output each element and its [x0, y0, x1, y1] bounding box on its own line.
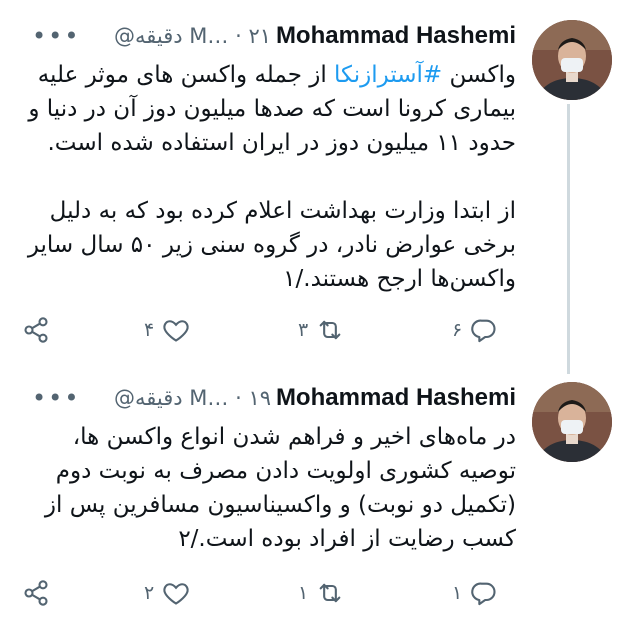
retweet-count: ۳: [298, 319, 309, 341]
retweet-button[interactable]: ۱: [298, 578, 344, 608]
reply-button[interactable]: ۱: [452, 578, 498, 608]
heart-icon: [163, 583, 189, 605]
heart-icon: [163, 320, 189, 342]
tweet-actions: ۲ ۱ ۱: [22, 578, 516, 608]
hashtag-link[interactable]: #آسترازنکا: [334, 62, 442, 88]
tweet-paragraph: در ماه‌های اخیر و فراهم شدن انواع واکسن …: [44, 424, 516, 552]
retweet-count: ۱: [298, 582, 309, 604]
reply-icon: [471, 319, 496, 343]
tweet-actions: ۴ ۳ ۶: [22, 315, 516, 345]
more-options-icon[interactable]: •••: [32, 384, 80, 412]
author-name[interactable]: Mohammad Hashemi: [276, 384, 516, 412]
retweet-button[interactable]: ۳: [298, 315, 344, 345]
like-button[interactable]: ۴: [144, 315, 190, 345]
avatar-image: [532, 382, 612, 462]
retweet-icon: [319, 320, 341, 340]
like-count: ۴: [144, 319, 155, 341]
retweet-icon: [319, 583, 341, 603]
avatar[interactable]: [532, 20, 612, 100]
share-button[interactable]: [22, 315, 50, 345]
handle-and-time[interactable]: M… · ۲۱ دقیقه@: [114, 24, 271, 48]
avatar-image: [532, 20, 612, 100]
tweet-text: در ماه‌های اخیر و فراهم شدن انواع واکسن …: [20, 420, 516, 556]
reply-count: ۱: [452, 582, 463, 604]
share-icon: [24, 580, 48, 606]
share-button[interactable]: [22, 578, 50, 608]
tweet[interactable]: Mohammad Hashemi M… · ۱۹ دقیقه@ ••• در م…: [0, 362, 640, 617]
more-options-icon[interactable]: •••: [32, 22, 80, 50]
author-name[interactable]: Mohammad Hashemi: [276, 22, 516, 50]
avatar[interactable]: [532, 382, 612, 462]
like-button[interactable]: ۲: [144, 578, 190, 608]
tweet-paragraph: از ابتدا وزارت بهداشت اعلام کرده بود که …: [27, 198, 516, 292]
tweet[interactable]: Mohammad Hashemi M… · ۲۱ دقیقه@ ••• واکس…: [0, 0, 640, 362]
tweet-header: Mohammad Hashemi M… · ۱۹ دقیقه@ •••: [20, 384, 516, 420]
reply-icon: [471, 582, 496, 606]
tweet-text: واکسن #آسترازنکا از جمله واکسن های موثر …: [20, 58, 516, 296]
reply-count: ۶: [452, 319, 463, 341]
share-icon: [24, 317, 48, 343]
like-count: ۲: [144, 582, 155, 604]
tweet-header: Mohammad Hashemi M… · ۲۱ دقیقه@ •••: [20, 22, 516, 58]
reply-button[interactable]: ۶: [452, 315, 498, 345]
tweet-paragraph: واکسن #آسترازنکا از جمله واکسن های موثر …: [28, 62, 516, 156]
handle-and-time[interactable]: M… · ۱۹ دقیقه@: [114, 386, 271, 410]
